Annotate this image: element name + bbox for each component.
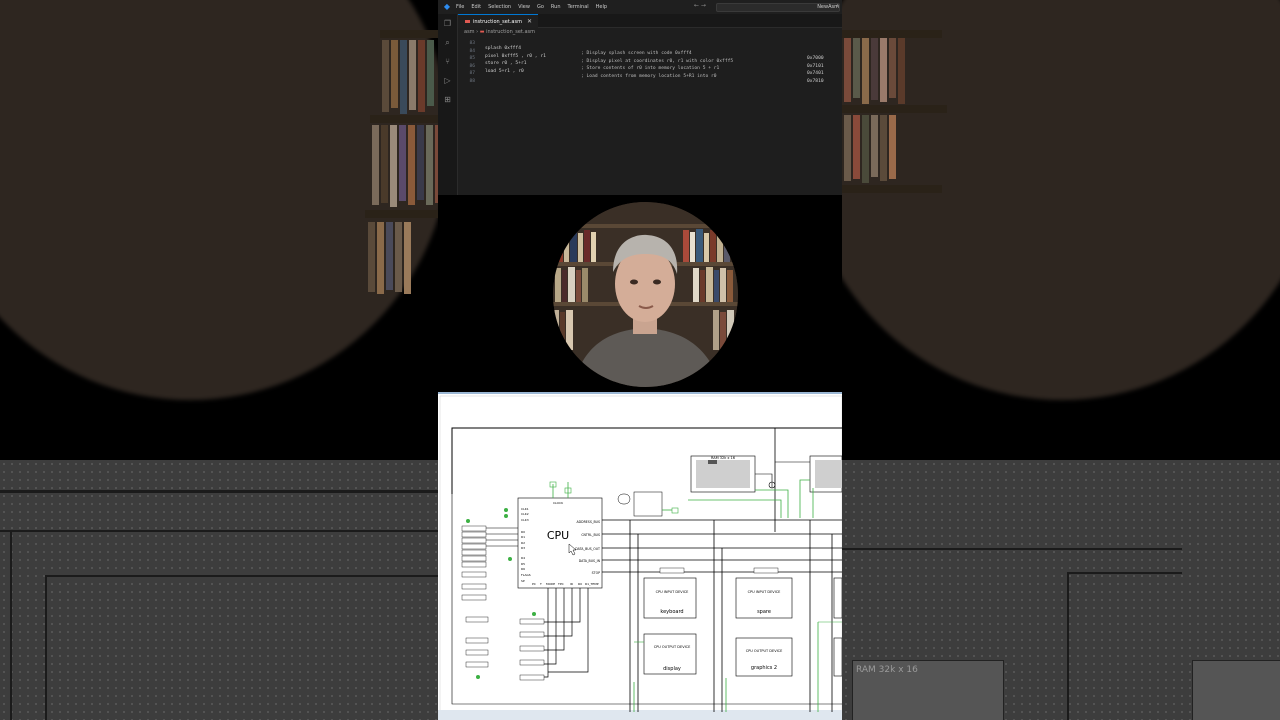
cpu-pin-sp: SP — [521, 579, 525, 583]
tab-label: instruction_set.asm — [473, 18, 522, 25]
tab-instruction-set[interactable]: instruction_set.asm ✕ — [458, 14, 538, 28]
cpu-pin-mode: MODE — [546, 582, 555, 586]
close-icon[interactable]: ✕ — [527, 18, 532, 25]
nav-arrows[interactable]: ← → — [694, 2, 706, 9]
cpu-pin-flags: FLAGS — [521, 573, 531, 577]
cpu-pin-r2: R2 — [521, 541, 525, 545]
device-name: graphics 2 — [751, 665, 777, 671]
run-debug-icon[interactable]: ▷ — [443, 76, 452, 85]
code-line: 85 store r0 , 5+r1 ; Store contents of r… — [458, 51, 842, 76]
menu-go[interactable]: Go — [537, 4, 544, 10]
device-name: keyboard — [660, 609, 683, 615]
device-name: spare — [757, 609, 771, 615]
cpu-pin-t: T — [539, 582, 542, 586]
code-line: 88 — [458, 74, 842, 84]
background-circuit-right: RAM 32k x 16 — [842, 460, 1280, 720]
cpu-pin-clk2: CLK2 — [521, 512, 529, 516]
cpu-pin-clk3: CLK3 — [521, 518, 529, 522]
cpu-pin-r1-temp: R1_TEMP — [585, 582, 599, 586]
command-center-label: NewAsm — [817, 4, 839, 10]
address-decoder[interactable] — [633, 491, 663, 517]
cpu-pin-data-bus-out: DATA_BUS_OUT — [575, 547, 600, 551]
clock-label: CLOCK — [553, 501, 564, 505]
cpu-pin-cntrl-bus: CNTRL_BUS — [581, 533, 600, 537]
cpu-pin-r5: R5 — [521, 562, 525, 566]
activity-bar: ❐ ⌕ ⑂ ▷ ⊞ — [438, 14, 458, 195]
cpu-pin-r0-bottom: R0 — [578, 582, 582, 586]
source-control-icon[interactable]: ⑂ — [443, 57, 452, 66]
background-right: RAM 32k x 16 — [842, 0, 1280, 720]
ram-label: RAM 32k x 16 — [711, 456, 735, 460]
device-title: CPU OUTPUT DEVICE — [654, 645, 691, 649]
search-icon[interactable]: ⌕ — [443, 38, 452, 47]
code-line: 83 splash 0xfff4 ; Display splash screen… — [458, 36, 842, 61]
webcam-circle — [553, 202, 738, 387]
code-editor[interactable]: 83 splash 0xfff4 ; Display splash screen… — [458, 36, 842, 84]
cpu-pin-data-bus-in: DATA_BUS_IN — [579, 559, 601, 563]
vscode-window: ◆ File Edit Selection View Go Run Termin… — [438, 0, 842, 195]
menu-selection[interactable]: Selection — [488, 4, 511, 10]
register-inputs[interactable] — [461, 525, 487, 601]
cpu-pin-clk1: CLK1 — [521, 507, 529, 511]
breadcrumb-folder[interactable]: asm — [464, 29, 475, 35]
asm-file-icon — [465, 20, 470, 23]
cpu-pin-pc: PC — [532, 582, 536, 586]
menu-run[interactable]: Run — [551, 4, 561, 10]
extensions-icon[interactable]: ⊞ — [443, 95, 452, 104]
webcam-overlay — [438, 195, 842, 392]
circuit-simulator[interactable]: RAM 32k x 16 CPU ADDRESS_BUS CNTRL_BUS D… — [438, 392, 842, 720]
code-line: 86 load 5+r1 , r0 ; Load contents from m… — [458, 59, 842, 84]
cpu-pin-r0: R0 — [521, 530, 525, 534]
background-left — [0, 0, 438, 720]
breadcrumb: asm › ▬ instruction_set.asm — [464, 29, 535, 35]
editor-tabs: instruction_set.asm ✕ — [458, 14, 842, 28]
cpu-pin-address-bus: ADDRESS_BUS — [576, 520, 600, 524]
device-title: CPU INPUT DEVICE — [748, 590, 781, 594]
device-title: CPU OUTPUT DEVICE — [746, 649, 783, 653]
menu-file[interactable]: File — [456, 4, 464, 10]
cpu-pin-r1: R1 — [521, 535, 525, 539]
presenter-image — [553, 202, 738, 387]
menu-edit[interactable]: Edit — [471, 4, 481, 10]
device-name: display — [663, 666, 681, 672]
cpu-pin-r6: R6 — [521, 567, 525, 571]
code-line: 87 — [458, 66, 842, 76]
menu-help[interactable]: Help — [596, 4, 607, 10]
cpu-pin-r3: R3 — [521, 546, 525, 550]
cpu-label: CPU — [547, 529, 569, 542]
menu-bar: ◆ File Edit Selection View Go Run Termin… — [438, 0, 842, 15]
device-title: CPU INPUT DEVICE — [656, 590, 689, 594]
line-number: 88 — [469, 78, 475, 84]
breadcrumb-file[interactable]: instruction_set.asm — [486, 29, 535, 35]
cpu-pin-ir: IR — [570, 582, 573, 586]
explorer-icon[interactable]: ❐ — [443, 19, 452, 28]
menu-view[interactable]: View — [518, 4, 530, 10]
cpu-pin-r4: R4 — [521, 556, 525, 560]
cpu-pin-tpc: TPC — [557, 582, 564, 586]
menu-terminal[interactable]: Terminal — [568, 4, 589, 10]
cpu-pin-stop: STOP — [592, 571, 600, 575]
code-line: 84 pixel 0xfff5 , r0 , r1 ; Display pixe… — [458, 44, 842, 69]
background-circuit-left — [0, 460, 438, 720]
command-center[interactable]: ⌕ NewAsm — [716, 3, 840, 12]
vscode-logo-icon: ◆ — [443, 2, 451, 11]
